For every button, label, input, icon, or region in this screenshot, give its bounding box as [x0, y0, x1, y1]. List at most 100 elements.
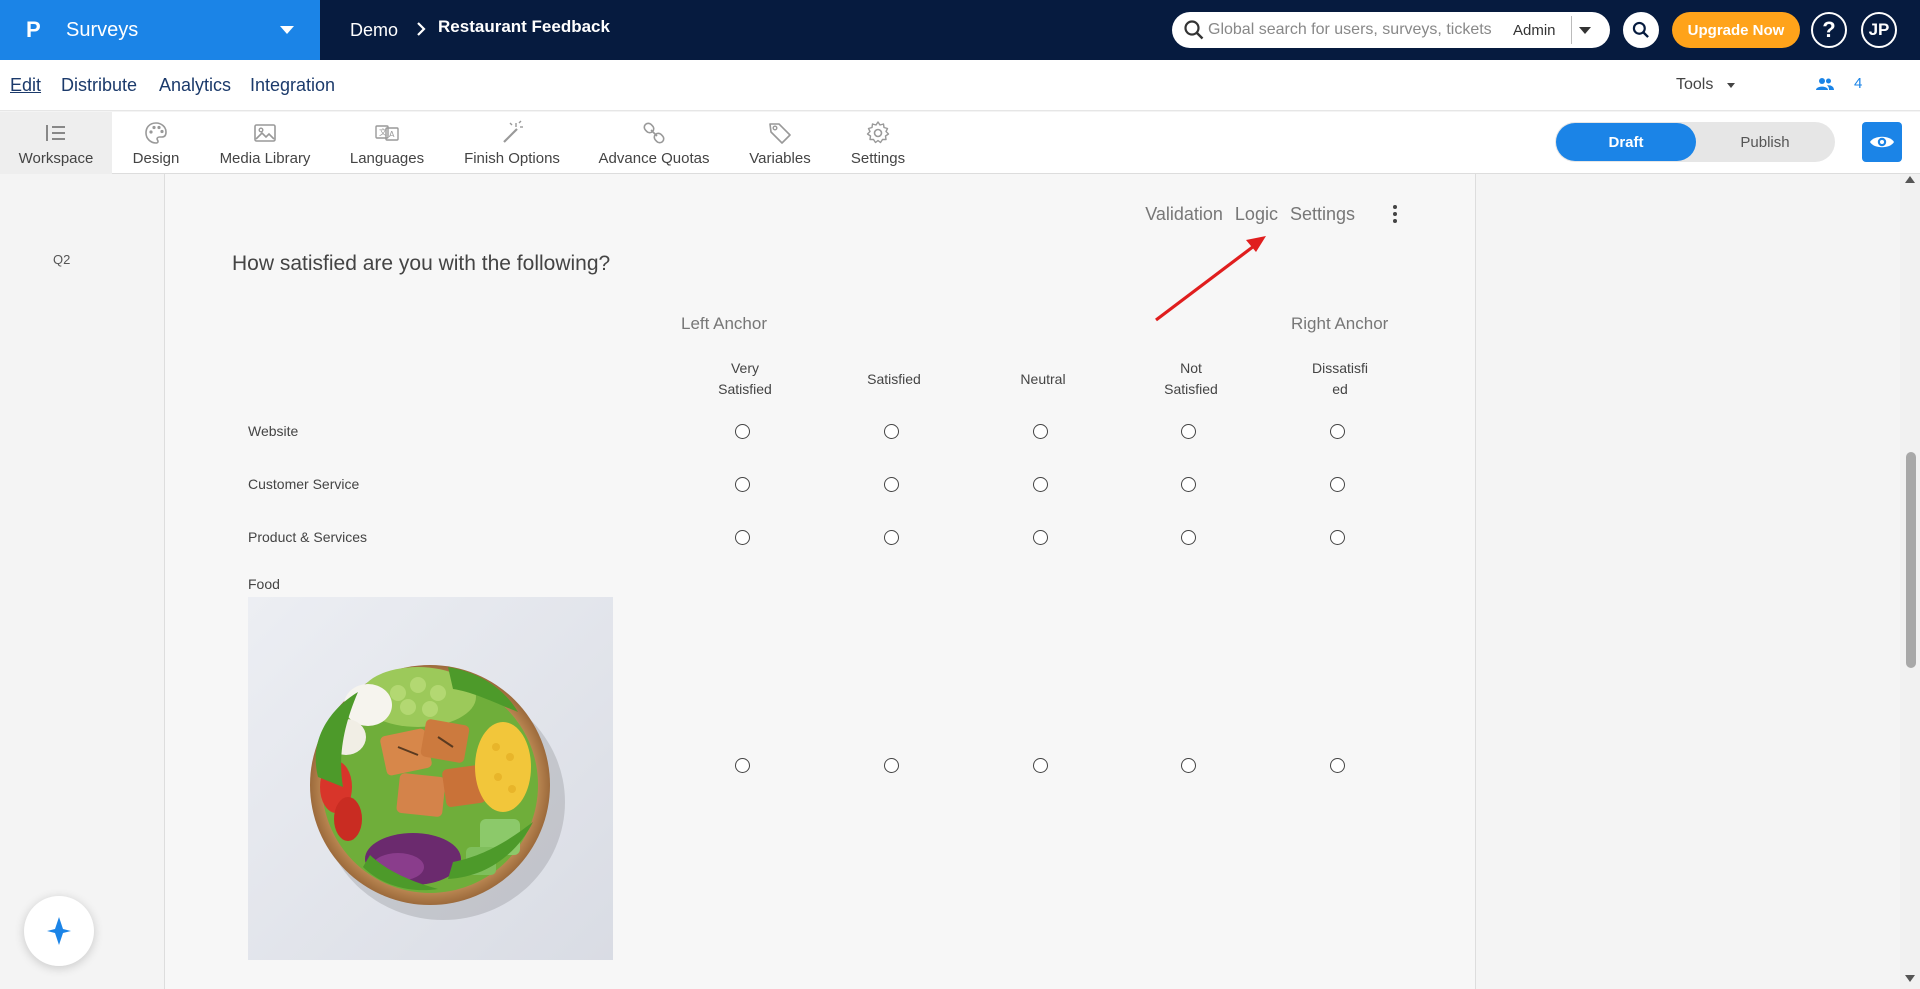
more-options-icon[interactable]	[1389, 204, 1401, 224]
radio-option[interactable]	[735, 424, 750, 439]
question-card: Validation Logic Settings How satisfied …	[164, 174, 1476, 989]
help-button[interactable]: ?	[1811, 12, 1847, 48]
radio-option[interactable]	[1330, 758, 1345, 773]
row-label[interactable]: Food	[248, 576, 280, 592]
collaborators[interactable]: 4	[1816, 75, 1862, 92]
radio-option[interactable]	[735, 477, 750, 492]
search-button[interactable]	[1623, 12, 1659, 48]
settings-link[interactable]: Settings	[1290, 204, 1355, 225]
scroll-up-arrow-icon[interactable]	[1905, 176, 1915, 183]
chevron-right-icon	[416, 20, 426, 41]
question-number[interactable]: Q2	[53, 252, 70, 267]
right-anchor-label[interactable]: Right Anchor	[1291, 314, 1388, 334]
tool-label: Workspace	[18, 149, 94, 167]
row-label[interactable]: Customer Service	[248, 476, 359, 492]
radio-option[interactable]	[1330, 477, 1345, 492]
radio-option[interactable]	[735, 758, 750, 773]
column-header[interactable]: Very Satisfied	[695, 358, 795, 400]
tool-advance-quotas[interactable]: Advance Quotas	[598, 112, 710, 174]
left-anchor-label[interactable]: Left Anchor	[681, 314, 767, 334]
gear-icon	[866, 120, 890, 143]
column-header[interactable]: Not Satisfied	[1141, 358, 1241, 400]
question-title[interactable]: How satisfied are you with the following…	[232, 252, 610, 276]
scrollbar-thumb[interactable]	[1906, 452, 1916, 668]
link-icon	[643, 121, 665, 144]
validation-link[interactable]: Validation	[1145, 204, 1223, 225]
tool-variables[interactable]: Variables	[746, 112, 814, 174]
preview-button[interactable]	[1862, 122, 1902, 162]
tool-media-library[interactable]: Media Library	[215, 112, 315, 174]
tag-icon	[769, 122, 791, 144]
radio-option[interactable]	[1033, 477, 1048, 492]
radio-option[interactable]	[884, 424, 899, 439]
row-label[interactable]: Product & Services	[248, 529, 367, 545]
upgrade-button[interactable]: Upgrade Now	[1672, 12, 1800, 48]
users-icon	[1816, 77, 1834, 90]
tool-label: Advance Quotas	[598, 149, 710, 167]
radio-option[interactable]	[1033, 530, 1048, 545]
breadcrumb-survey: Restaurant Feedback	[438, 17, 610, 36]
tool-settings[interactable]: Settings	[848, 112, 908, 174]
collaborators-count: 4	[1854, 75, 1863, 92]
nav-distribute[interactable]: Distribute	[61, 75, 137, 96]
radio-option[interactable]	[1330, 424, 1345, 439]
search-icon	[1632, 21, 1649, 38]
question-tools: Validation Logic Settings	[1133, 204, 1355, 225]
logic-link[interactable]: Logic	[1235, 204, 1278, 225]
global-search: Admin	[1172, 12, 1610, 48]
tool-label: Design	[132, 149, 180, 167]
tool-finish-options[interactable]: Finish Options	[459, 112, 565, 174]
sparkle-icon	[47, 917, 71, 945]
tool-label: Media Library	[219, 149, 311, 167]
caret-down-icon	[1579, 26, 1591, 34]
row-label[interactable]: Website	[248, 423, 298, 439]
breadcrumb-project[interactable]: Demo	[350, 20, 398, 41]
column-header[interactable]: Dissatisfi ed	[1290, 358, 1390, 400]
annotation-arrow	[1155, 236, 1266, 322]
draft-button[interactable]: Draft	[1556, 123, 1696, 161]
radio-option[interactable]	[884, 530, 899, 545]
food-image[interactable]	[248, 597, 613, 960]
nav-edit[interactable]: Edit	[10, 75, 41, 96]
app-name: Surveys	[66, 18, 139, 41]
app-logo: P	[26, 17, 41, 42]
radio-option[interactable]	[884, 477, 899, 492]
breadcrumb: Demo Restaurant Feedback	[350, 0, 610, 60]
radio-option[interactable]	[884, 758, 899, 773]
svg-text:文: 文	[379, 127, 387, 137]
tool-label: Variables	[749, 149, 811, 167]
assistant-button[interactable]	[24, 896, 94, 966]
eye-icon	[1870, 136, 1894, 148]
search-scope-dropdown[interactable]	[1572, 26, 1598, 34]
tool-label: Languages	[349, 149, 425, 167]
radio-option[interactable]	[1033, 758, 1048, 773]
workspace-icon	[46, 124, 65, 141]
tool-design[interactable]: Design	[126, 112, 186, 174]
builder-toolbar: Workspace Design Media Library 文A Langua…	[0, 112, 1920, 174]
avatar[interactable]: JP	[1861, 12, 1897, 48]
tool-workspace[interactable]: Workspace	[0, 112, 112, 174]
chevron-down-icon	[280, 26, 294, 34]
radio-option[interactable]	[1181, 424, 1196, 439]
tool-languages[interactable]: 文A Languages	[347, 112, 427, 174]
radio-option[interactable]	[735, 530, 750, 545]
column-header[interactable]: Satisfied	[844, 358, 944, 400]
tools-dropdown[interactable]: Tools	[1676, 76, 1736, 94]
top-bar: P Surveys Demo Restaurant Feedback Admin…	[0, 0, 1920, 60]
app-switcher[interactable]: P Surveys	[0, 0, 320, 60]
nav-analytics[interactable]: Analytics	[159, 75, 231, 96]
radio-option[interactable]	[1181, 477, 1196, 492]
image-icon	[254, 123, 276, 142]
publish-button[interactable]: Publish	[1695, 122, 1835, 162]
radio-option[interactable]	[1181, 530, 1196, 545]
radio-option[interactable]	[1033, 424, 1048, 439]
palette-icon	[145, 121, 167, 144]
search-icon	[1184, 20, 1204, 40]
tool-label: Settings	[850, 149, 906, 167]
column-header[interactable]: Neutral	[993, 358, 1093, 400]
radio-option[interactable]	[1330, 530, 1345, 545]
scroll-down-arrow-icon[interactable]	[1905, 975, 1915, 982]
radio-option[interactable]	[1181, 758, 1196, 773]
search-input[interactable]	[1208, 21, 1513, 39]
nav-integration[interactable]: Integration	[250, 75, 335, 96]
